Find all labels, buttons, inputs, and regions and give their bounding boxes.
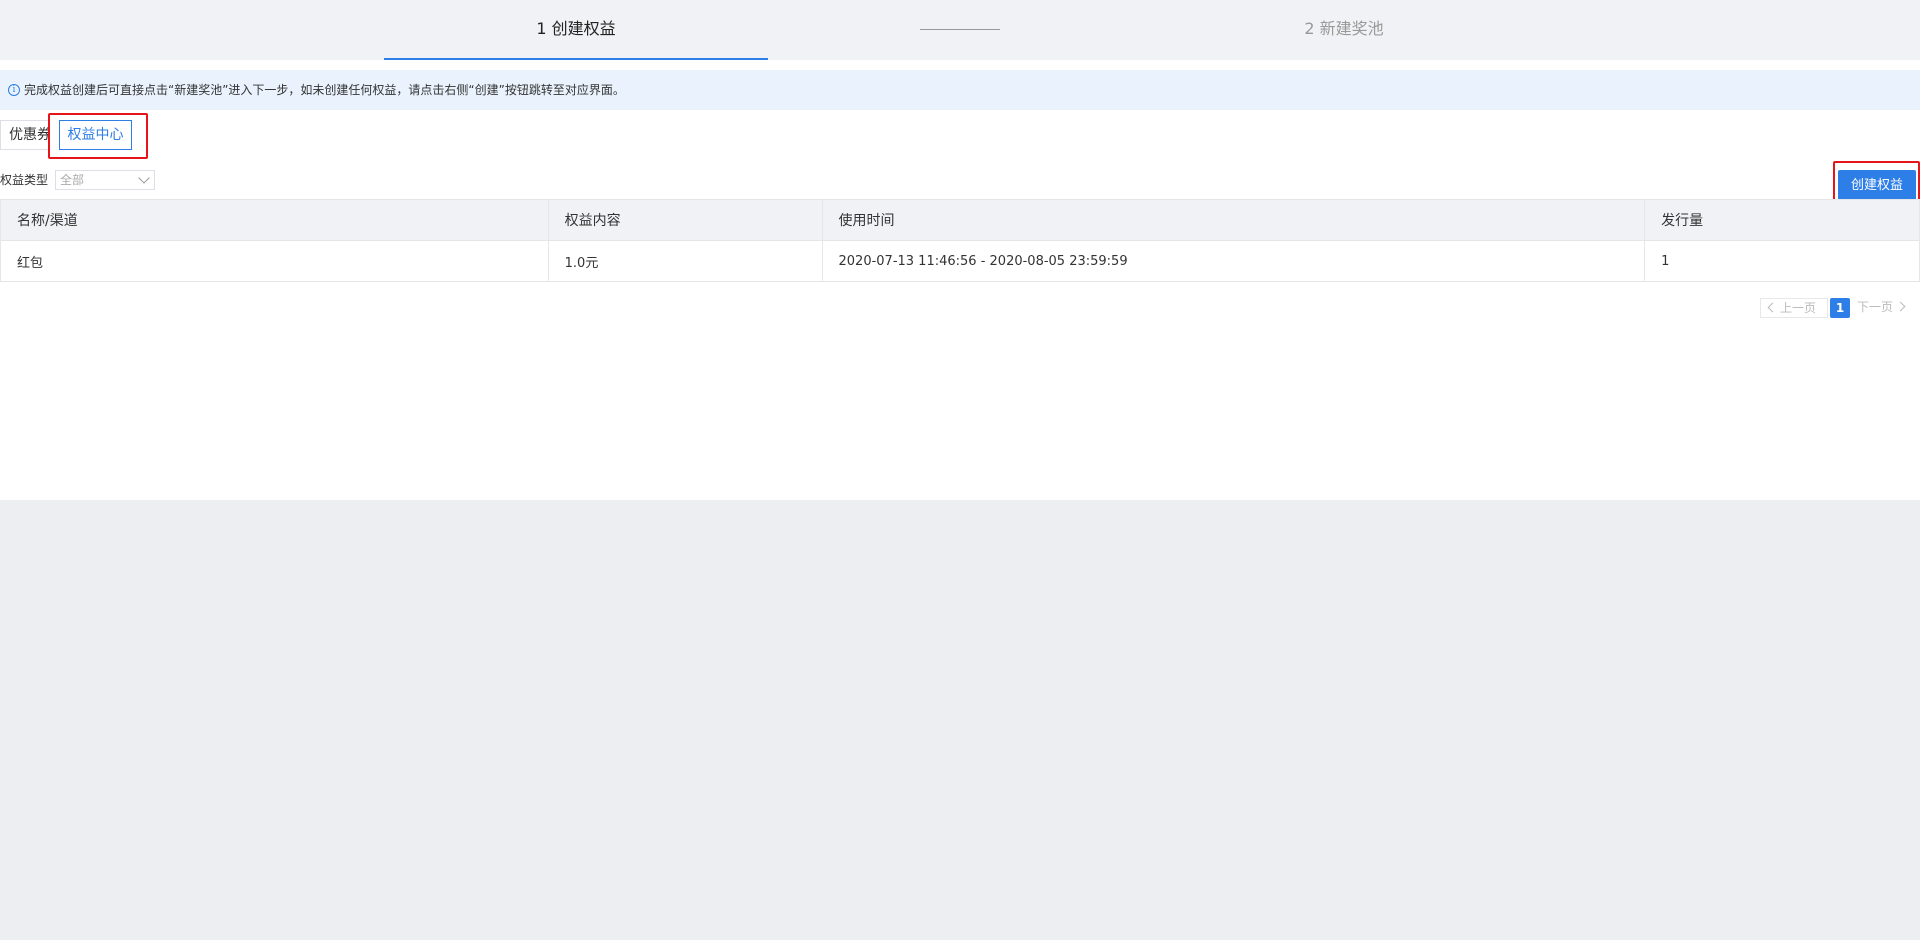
column-header-content: 权益内容 (547, 199, 823, 241)
notice-text: 完成权益创建后可直接点击“新建奖池”进入下一步，如未创建任何权益，请点击右侧“创… (24, 83, 625, 97)
content-panel: i 完成权益创建后可直接点击“新建奖池”进入下一步，如未创建任何权益，请点击右侧“… (0, 60, 1920, 500)
info-notice: i 完成权益创建后可直接点击“新建奖池”进入下一步，如未创建任何权益，请点击右侧“… (0, 70, 1920, 110)
table-row: 红包 1.0元 2020-07-13 11:46:56 - 2020-08-05… (0, 240, 1920, 282)
cell-name: 红包 (0, 240, 549, 282)
cell-quantity: 1 (1644, 240, 1920, 282)
benefit-type-select[interactable]: 全部 (55, 170, 155, 190)
prev-page-button[interactable]: 上一页 (1760, 298, 1828, 318)
next-page-button[interactable]: 下一页 (1853, 298, 1920, 318)
chevron-left-icon (1767, 302, 1778, 312)
chevron-down-icon (138, 172, 150, 184)
chevron-right-icon (1895, 301, 1906, 311)
select-value: 全部 (60, 173, 85, 187)
step-new-prize-pool[interactable]: 2 新建奖池 (1152, 0, 1536, 60)
column-header-quantity: 发行量 (1644, 199, 1920, 241)
table-header-row: 名称/渠道 权益内容 使用时间 发行量 (0, 199, 1920, 241)
column-header-name: 名称/渠道 (0, 199, 549, 241)
step-create-benefit[interactable]: 1 创建权益 (384, 0, 768, 60)
next-page-label: 下一页 (1857, 300, 1894, 314)
cell-content: 1.0元 (547, 240, 823, 282)
page-number-current[interactable]: 1 (1830, 298, 1850, 318)
column-header-time: 使用时间 (821, 199, 1646, 241)
info-icon: i (8, 83, 20, 96)
prev-page-label: 上一页 (1780, 301, 1817, 315)
step-connector (920, 29, 1000, 30)
filter-label: 权益类型 (0, 173, 49, 187)
step-header: 1 创建权益 2 新建奖池 (0, 0, 1920, 60)
cell-time: 2020-07-13 11:46:56 - 2020-08-05 23:59:5… (821, 240, 1646, 282)
benefit-table: 名称/渠道 权益内容 使用时间 发行量 红包 1.0元 2020-07-13 1… (0, 199, 1920, 282)
tab-coupon[interactable]: 优惠券 (0, 120, 50, 150)
highlight-box-tab (48, 113, 148, 159)
